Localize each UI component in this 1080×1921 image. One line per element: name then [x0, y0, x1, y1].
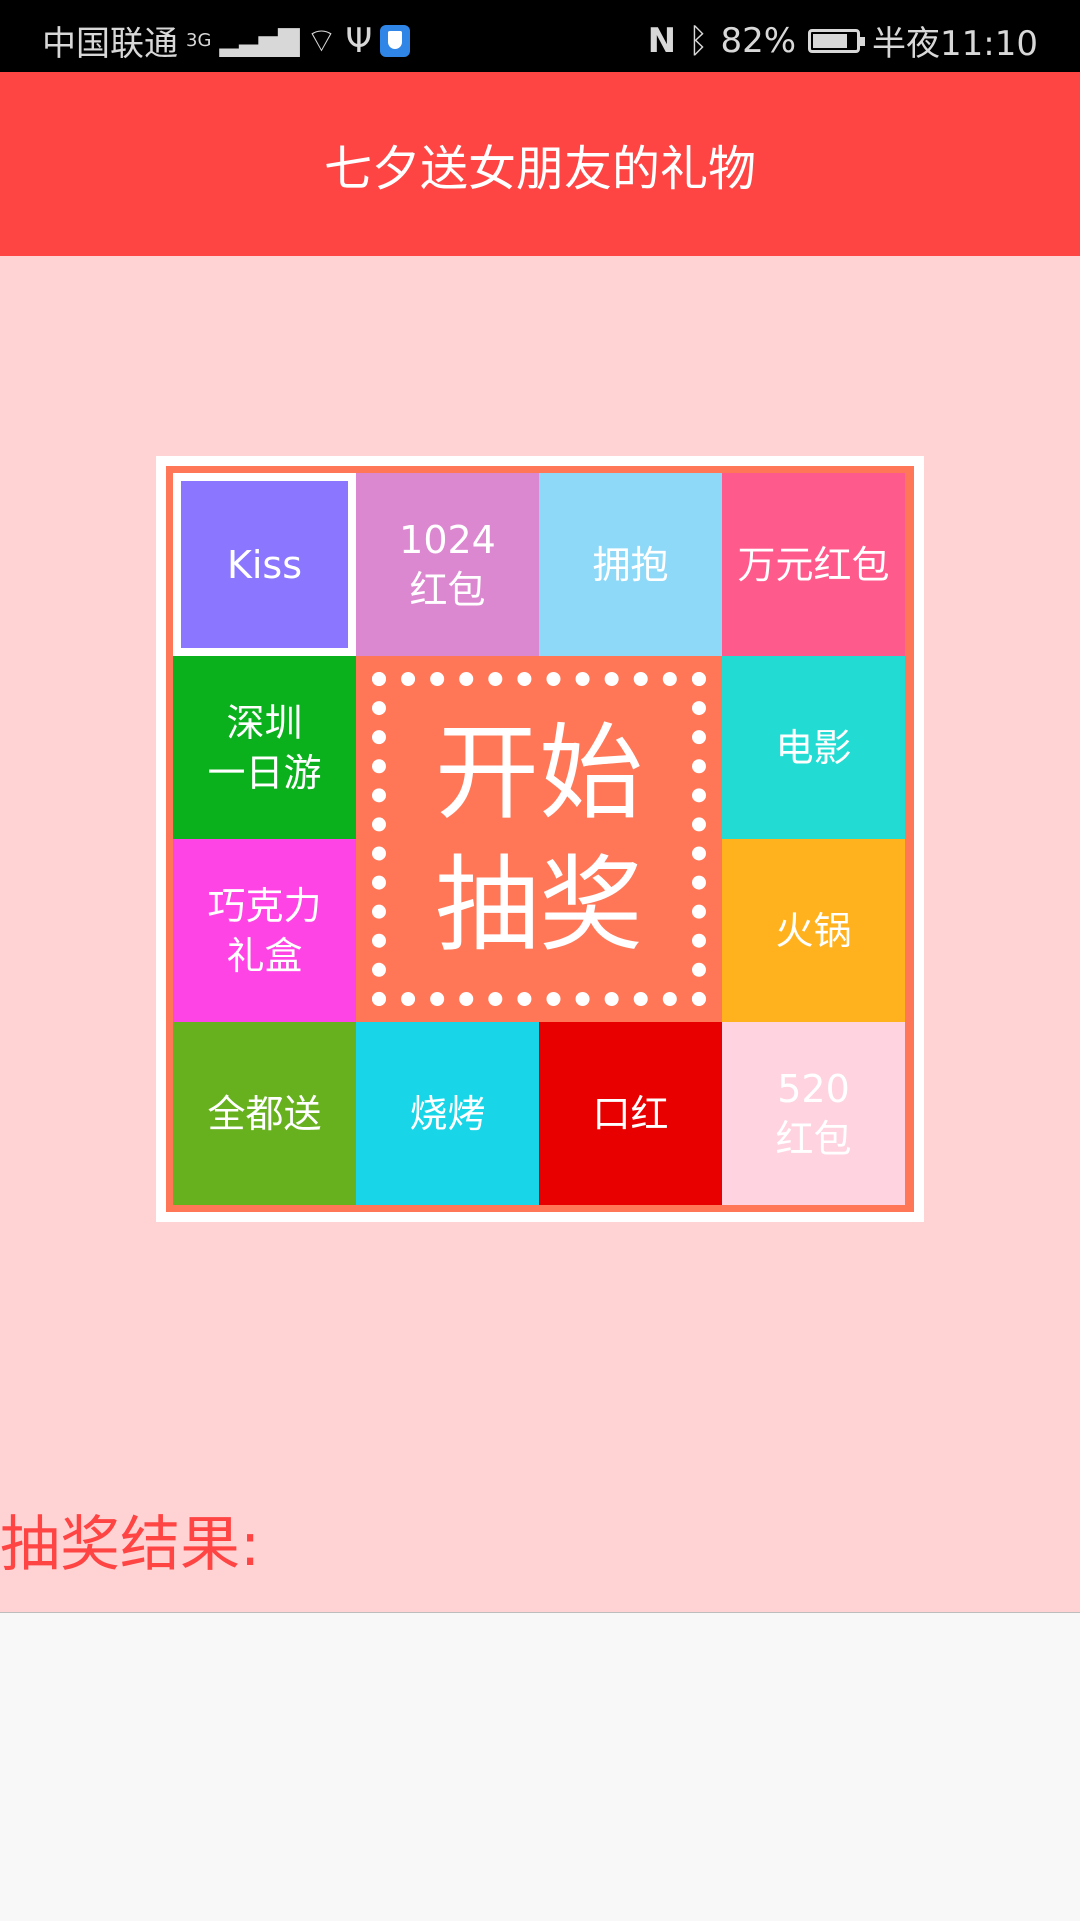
status-left: 中国联通 3G ▂▃▅▇ ⌔ Ψ: [42, 16, 411, 65]
nfc-icon: N: [647, 20, 677, 61]
carrier-name: 中国联通: [42, 24, 178, 64]
shield-app-icon: [380, 24, 411, 57]
prize-cell: 深圳 一日游: [173, 656, 356, 839]
battery-percent: 82%: [720, 20, 797, 61]
prize-cell: 全都送: [173, 1022, 356, 1205]
prize-cell: 电影: [722, 656, 905, 839]
result-label: 抽奖结果:: [0, 1510, 261, 1580]
clock: 半夜11:10: [872, 24, 1038, 64]
battery-icon: [808, 28, 866, 53]
prize-cell: 520 红包: [722, 1022, 905, 1205]
network-type: 3G: [186, 30, 212, 51]
lottery-board: 开始 抽奖 Kiss 1024 红包 拥抱 万元红包 电影 火锅 520 红包 口红 烧烤 全都送…: [156, 456, 924, 1222]
prize-cell: 口红: [539, 1022, 722, 1205]
battery-level: [813, 33, 848, 48]
signal-icon: ▂▃▅▇: [219, 24, 299, 57]
usb-icon: Ψ: [345, 20, 373, 61]
app-bar: 七夕送女朋友的礼物: [0, 72, 1080, 256]
prize-cell: 烧烤: [356, 1022, 539, 1205]
prize-grid: 开始 抽奖 Kiss 1024 红包 拥抱 万元红包 电影 火锅 520 红包 口红 烧烤 全都送…: [173, 473, 905, 1205]
bluetooth-icon: ᛒ: [688, 20, 709, 61]
prize-cell: 1024 红包: [356, 473, 539, 656]
status-bar: 中国联通 3G ▂▃▅▇ ⌔ Ψ N ᛒ 82% 半夜11:10: [0, 0, 1080, 72]
wifi-icon: ⌔: [305, 21, 338, 61]
prize-cell: Kiss: [173, 473, 356, 656]
prize-cell: 拥抱: [539, 473, 722, 656]
page-title: 七夕送女朋友的礼物: [323, 141, 756, 197]
result-display: [0, 1612, 1080, 1921]
status-right: N ᛒ 82% 半夜11:10: [648, 16, 1038, 65]
prize-cell: 巧克力 礼盒: [173, 839, 356, 1022]
prize-cell: 万元红包: [722, 473, 905, 656]
start-lottery-button[interactable]: 开始 抽奖: [356, 656, 722, 1022]
prize-cell: 火锅: [722, 839, 905, 1022]
start-lottery-label: 开始 抽奖: [372, 672, 706, 1006]
